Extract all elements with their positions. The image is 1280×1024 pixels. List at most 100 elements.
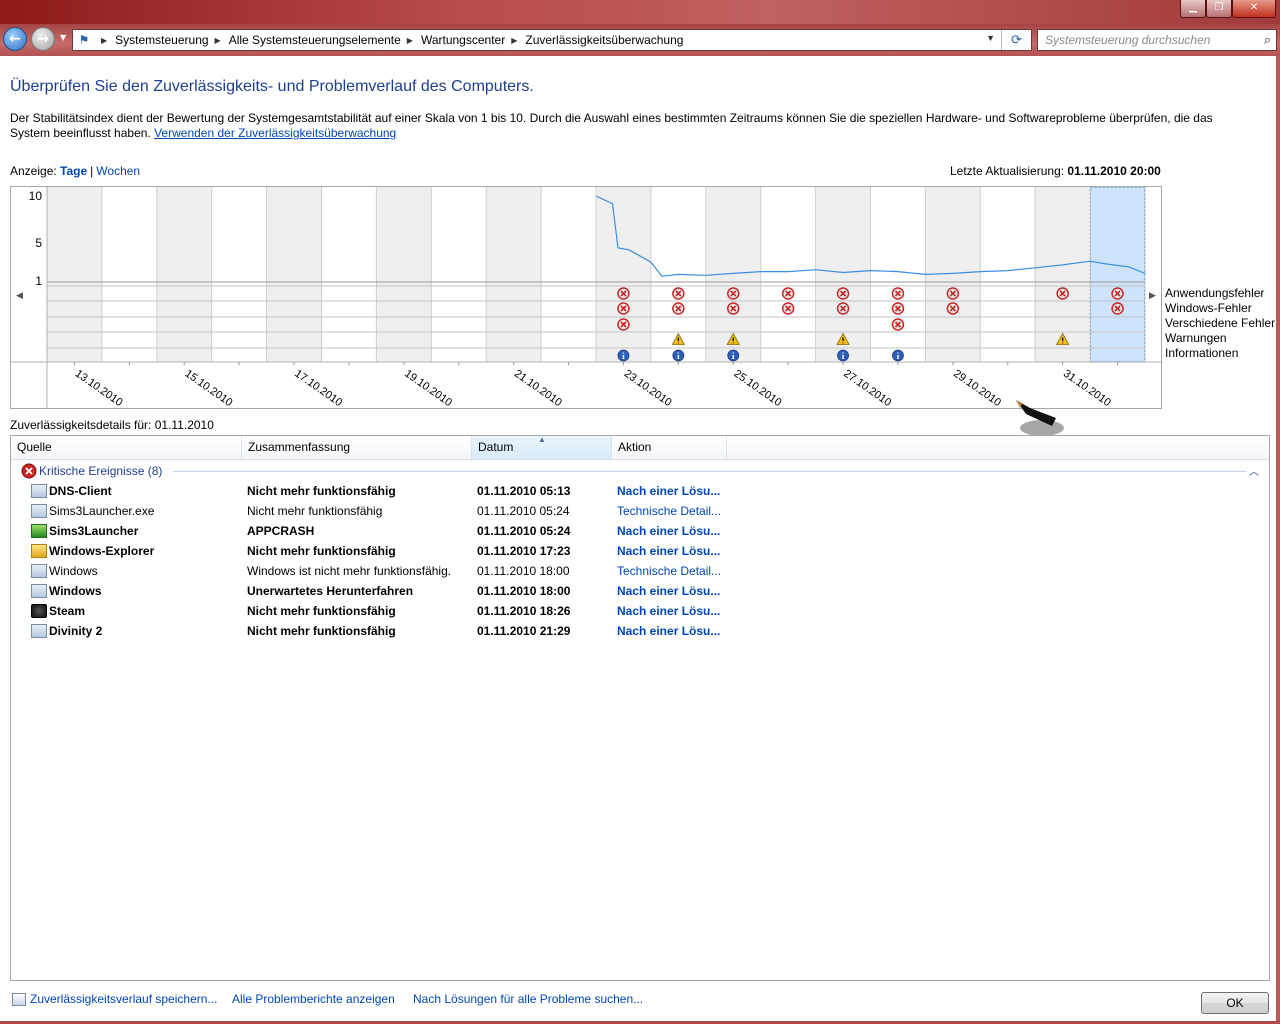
table-row[interactable]: Divinity 2 Nicht mehr funktionsfähig 01.11… xyxy=(11,621,1269,641)
x-tick-label: 25.10.2010 xyxy=(732,368,784,408)
breadcrumb-separator-icon[interactable]: ▶ xyxy=(101,36,107,45)
reliability-chart-svg[interactable]: 10 5 1 13.10.2010 15.10.2010 17.10.2010 19.10.… xyxy=(11,187,1161,408)
cell-source: DNS-Client xyxy=(49,484,112,498)
ok-button[interactable]: OK xyxy=(1201,992,1269,1014)
column-header-datum[interactable]: ▲ Datum xyxy=(472,435,612,459)
x-tick-label: 21.10.2010 xyxy=(512,368,564,408)
cell-action-link[interactable]: Nach einer Lösu... xyxy=(617,624,720,638)
day-column[interactable] xyxy=(760,187,816,362)
legend-item: Windows-Fehler xyxy=(1165,301,1252,315)
minimize-icon[interactable]: ▁ xyxy=(1180,0,1206,18)
breadcrumb-separator-icon[interactable]: ▶ xyxy=(511,36,517,45)
breadcrumb-alle-elemente[interactable]: Alle Systemsteuerungselemente xyxy=(229,33,401,47)
address-bar[interactable]: ⚑ ▶ Systemsteuerung ▶ Alle Systemsteueru… xyxy=(72,29,1032,51)
cell-action-link[interactable]: Nach einer Lösu... xyxy=(617,604,720,618)
day-column[interactable] xyxy=(156,187,212,362)
app-icon xyxy=(31,564,47,578)
day-column[interactable] xyxy=(376,187,432,362)
table-row[interactable]: Sims3Launcher APPCRASH 01.11.2010 05:24 Nac… xyxy=(11,521,1269,541)
breadcrumb-separator-icon[interactable]: ▶ xyxy=(407,36,413,45)
chart-legend: Anwendungsfehler Windows-Fehler Verschiede… xyxy=(1165,286,1275,361)
cell-source: Windows xyxy=(49,564,98,578)
last-update-label: Letzte Aktualisierung: xyxy=(950,164,1065,178)
refresh-icon[interactable]: ⟳ xyxy=(1001,30,1031,50)
view-weeks-link[interactable]: Wochen xyxy=(96,164,140,178)
x-tick-label: 23.10.2010 xyxy=(622,368,674,408)
legend-item: Anwendungsfehler xyxy=(1165,286,1265,300)
cell-action-link[interactable]: Nach einer Lösu... xyxy=(617,484,720,498)
last-update-value: 01.11.2010 20:00 xyxy=(1067,164,1161,178)
cell-action-link[interactable]: Nach einer Lösu... xyxy=(617,584,720,598)
day-column[interactable] xyxy=(980,187,1036,362)
cell-action-link[interactable]: Nach einer Lösu... xyxy=(617,544,720,558)
table-row[interactable]: Windows Unerwartetes Herunterfahren 01.11.… xyxy=(11,581,1269,601)
day-column[interactable] xyxy=(1090,187,1145,362)
cell-action-link[interactable]: Nach einer Lösu... xyxy=(617,524,720,538)
search-input[interactable]: Systemsteuerung durchsuchen ⌕ xyxy=(1037,29,1277,51)
details-label: Zuverlässigkeitsdetails für: 01.11.2010 xyxy=(10,418,214,432)
x-tick-label: 27.10.2010 xyxy=(841,368,893,408)
address-dropdown-icon[interactable]: ▼ xyxy=(986,33,995,43)
day-column[interactable] xyxy=(101,187,157,362)
breadcrumb-separator-icon[interactable]: ▶ xyxy=(215,36,221,45)
day-column[interactable] xyxy=(870,187,926,362)
cell-action-link[interactable]: Technische Detail... xyxy=(617,504,721,518)
sims-icon xyxy=(31,524,47,538)
column-header-quelle[interactable]: Quelle xyxy=(11,436,242,459)
day-column[interactable] xyxy=(486,187,542,362)
table-row[interactable]: Windows-Explorer Nicht mehr funktionsfähi… xyxy=(11,541,1269,561)
chart-scroll-left-icon[interactable]: ◀ xyxy=(16,291,23,301)
table-row[interactable]: DNS-Client Nicht mehr funktionsfähig 01.11… xyxy=(11,481,1269,501)
cell-date: 01.11.2010 18:00 xyxy=(477,564,570,578)
breadcrumb-zuverlaessigkeit[interactable]: Zuverlässigkeitsüberwachung xyxy=(525,33,683,47)
cell-summary: Nicht mehr funktionsfähig xyxy=(247,504,383,518)
back-arrow-icon[interactable]: ← xyxy=(3,27,27,51)
search-icon[interactable]: ⌕ xyxy=(1264,32,1271,48)
cell-date: 01.11.2010 18:26 xyxy=(477,604,571,618)
reliability-chart[interactable]: 10 5 1 13.10.2010 15.10.2010 17.10.2010 19.10.… xyxy=(10,186,1162,409)
close-icon[interactable]: ✕ xyxy=(1232,0,1276,18)
search-solutions-link[interactable]: Nach Lösungen für alle Probleme suchen..… xyxy=(413,992,643,1006)
day-column[interactable] xyxy=(266,187,322,362)
chart-scroll-right-icon[interactable]: ▶ xyxy=(1149,291,1156,301)
last-update: Letzte Aktualisierung: 01.11.2010 20:00 xyxy=(950,164,1161,178)
day-column[interactable] xyxy=(321,187,377,362)
view-separator: | xyxy=(90,164,94,178)
day-column[interactable] xyxy=(47,187,102,362)
day-column[interactable] xyxy=(541,187,596,362)
app-icon xyxy=(31,484,47,498)
breadcrumb-systemsteuerung[interactable]: Systemsteuerung xyxy=(115,33,208,47)
restore-icon[interactable]: ❐ xyxy=(1206,0,1232,18)
cell-summary: Nicht mehr funktionsfähig xyxy=(247,604,396,618)
table-row[interactable]: Steam Nicht mehr funktionsfähig 01.11.2010… xyxy=(11,601,1269,621)
group-critical-events[interactable]: Kritische Ereignisse (8) ︿ xyxy=(21,463,1259,479)
table-row[interactable]: Windows Windows ist nicht mehr funktionsf… xyxy=(11,561,1269,581)
cell-source: Sims3Launcher xyxy=(49,524,139,538)
breadcrumb-wartungscenter[interactable]: Wartungscenter xyxy=(421,33,505,47)
window-border-right xyxy=(1276,56,1280,1024)
view-selector: Anzeige: Tage | Wochen xyxy=(10,164,140,178)
table-row[interactable]: Sims3Launcher.exe Nicht mehr funktionsfäh… xyxy=(11,501,1269,521)
column-header-zusammenfassung[interactable]: Zusammenfassung xyxy=(242,436,472,459)
group-divider xyxy=(173,471,1247,472)
forward-arrow-icon[interactable]: → xyxy=(31,27,55,51)
day-column[interactable] xyxy=(431,187,487,362)
help-link[interactable]: Verwenden der Zuverlässigkeitsüberwachun… xyxy=(154,126,396,140)
navigation-bar: ← → ▼ ⚑ ▶ Systemsteuerung ▶ Alle Systems… xyxy=(0,24,1280,56)
collapse-chevron-icon[interactable]: ︿ xyxy=(1249,463,1259,478)
view-days-link[interactable]: Tage xyxy=(60,164,87,178)
day-column[interactable] xyxy=(211,187,267,362)
title-bar: ▁ ❐ ✕ xyxy=(0,0,1280,24)
explorer-icon xyxy=(31,544,47,558)
page-description: Der Stabilitätsindex dient der Bewertung… xyxy=(10,111,1250,141)
column-header-aktion[interactable]: Aktion xyxy=(612,436,727,459)
recent-pages-dropdown-icon[interactable]: ▼ xyxy=(60,33,66,42)
legend-item: Verschiedene Fehler xyxy=(1165,316,1276,330)
app-icon xyxy=(31,504,47,518)
error-icon xyxy=(21,463,37,479)
day-column[interactable] xyxy=(596,187,651,362)
all-reports-link[interactable]: Alle Problemberichte anzeigen xyxy=(232,992,395,1006)
cell-action-link[interactable]: Technische Detail... xyxy=(617,564,721,578)
save-history-link[interactable]: Zuverlässigkeitsverlauf speichern... xyxy=(30,992,217,1006)
cell-date: 01.11.2010 05:24 xyxy=(477,524,571,538)
